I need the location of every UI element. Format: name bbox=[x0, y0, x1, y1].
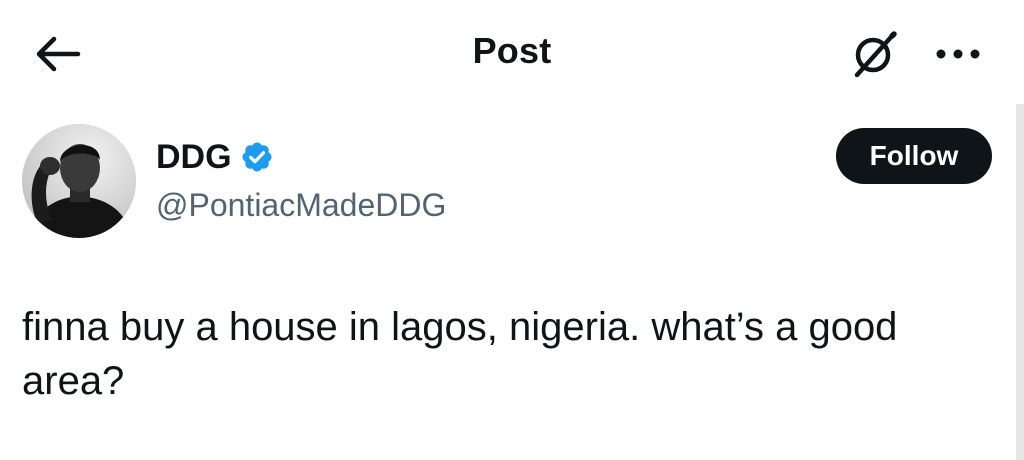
avatar[interactable] bbox=[22, 124, 136, 238]
scrollbar[interactable] bbox=[1016, 104, 1024, 460]
more-horizontal-icon bbox=[936, 49, 980, 59]
verified-badge-icon[interactable] bbox=[240, 140, 274, 174]
follow-button[interactable]: Follow bbox=[836, 128, 992, 184]
profile-photo bbox=[22, 124, 136, 238]
author-name-row: DDG bbox=[156, 136, 274, 178]
author-display-name[interactable]: DDG bbox=[156, 136, 232, 178]
more-options-button[interactable] bbox=[930, 30, 986, 78]
grok-button[interactable] bbox=[848, 28, 900, 80]
post-text: finna buy a house in lagos, nigeria. wha… bbox=[22, 305, 898, 403]
grok-icon bbox=[854, 31, 897, 78]
author-handle[interactable]: @PontiacMadeDDG bbox=[156, 184, 446, 226]
top-bar: Post bbox=[0, 0, 1024, 104]
